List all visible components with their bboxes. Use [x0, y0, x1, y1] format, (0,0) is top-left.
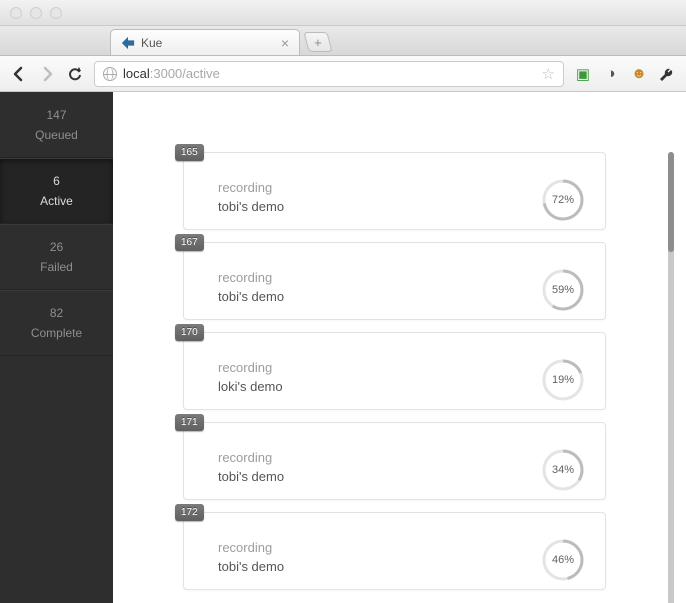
sidebar-label: Complete	[31, 326, 82, 340]
job-type: recording	[218, 360, 283, 375]
sidebar-count: 6	[53, 174, 60, 188]
new-tab-button[interactable]: +	[303, 32, 332, 52]
sidebar-item-failed[interactable]: 26 Failed	[0, 224, 113, 290]
job-card[interactable]: 167recordingtobi's demo59%	[183, 242, 606, 320]
job-type: recording	[218, 270, 284, 285]
tab-strip: Kue × +	[0, 26, 686, 56]
job-title: tobi's demo	[218, 199, 284, 214]
browser-window: Kue × + local:3000/active ☆ ▣ ◑ ☻ 14	[0, 0, 686, 603]
job-card[interactable]: 172recordingtobi's demo46%	[183, 512, 606, 590]
job-id-badge: 167	[175, 234, 204, 251]
close-tab-icon[interactable]: ×	[281, 36, 289, 50]
browser-tab[interactable]: Kue ×	[110, 29, 300, 55]
job-title: tobi's demo	[218, 559, 284, 574]
job-progress: 72%	[541, 178, 585, 222]
extension-icon[interactable]: ◑	[602, 65, 620, 83]
job-id-badge: 171	[175, 414, 204, 431]
tab-favicon	[121, 36, 135, 50]
job-title: tobi's demo	[218, 289, 284, 304]
sidebar-label: Failed	[40, 260, 73, 274]
sidebar-count: 82	[50, 306, 63, 320]
job-list: 165 recording tobi's demo 72% 167 recording to…	[113, 92, 686, 603]
job-progress: 46%	[541, 538, 585, 582]
job-type: recording	[218, 180, 284, 195]
job-progress-label: 72%	[541, 178, 585, 222]
job-progress-label: 19%	[541, 358, 585, 402]
job-progress-label: 59%	[541, 268, 585, 312]
job-meta: recording tobi's demo	[218, 270, 284, 304]
back-button[interactable]	[10, 65, 28, 83]
extension-icon[interactable]: ☻	[630, 65, 648, 83]
sidebar-label: Queued	[35, 128, 78, 142]
minimize-window-button[interactable]	[30, 7, 42, 19]
extension-icons: ▣ ◑ ☻	[574, 65, 676, 83]
traffic-lights	[10, 7, 62, 19]
sidebar-item-active[interactable]: 6 Active	[0, 158, 113, 224]
bookmark-star-icon[interactable]: ☆	[542, 65, 555, 83]
forward-button[interactable]	[38, 65, 56, 83]
job-progress: 34%	[541, 448, 585, 492]
job-progress: 19%	[541, 358, 585, 402]
close-window-button[interactable]	[10, 7, 22, 19]
job-meta: recording tobi's demo	[218, 540, 284, 574]
zoom-window-button[interactable]	[50, 7, 62, 19]
job-id-badge: 170	[175, 324, 204, 341]
sidebar-item-complete[interactable]: 82 Complete	[0, 290, 113, 356]
job-type: recording	[218, 450, 284, 465]
sidebar: 147 Queued 6 Active 26 Failed 82 Complete	[0, 92, 113, 603]
window-titlebar	[0, 0, 686, 26]
job-progress: 59%	[541, 268, 585, 312]
address-bar[interactable]: local:3000/active ☆	[94, 61, 564, 87]
job-id-badge: 165	[175, 144, 204, 161]
job-id-badge: 172	[175, 504, 204, 521]
wrench-icon[interactable]	[658, 65, 676, 83]
sidebar-count: 147	[46, 108, 66, 122]
job-meta: recording tobi's demo	[218, 180, 284, 214]
app-viewport: 147 Queued 6 Active 26 Failed 82 Complete 165 re…	[0, 92, 686, 603]
sidebar-label: Active	[40, 194, 73, 208]
job-card[interactable]: 165recordingtobi's demo72%	[183, 152, 606, 230]
sidebar-item-queued[interactable]: 147 Queued	[0, 92, 113, 158]
sidebar-count: 26	[50, 240, 63, 254]
extension-icon[interactable]: ▣	[574, 65, 592, 83]
site-info-icon[interactable]	[103, 67, 117, 81]
job-meta: recording loki's demo	[218, 360, 283, 394]
tab-title: Kue	[141, 36, 162, 50]
job-type: recording	[218, 540, 284, 555]
job-progress-label: 34%	[541, 448, 585, 492]
url-text: local:3000/active	[123, 66, 220, 81]
job-meta: recording tobi's demo	[218, 450, 284, 484]
browser-toolbar: local:3000/active ☆ ▣ ◑ ☻	[0, 56, 686, 92]
job-card[interactable]: 170recordingloki's demo19%	[183, 332, 606, 410]
job-card[interactable]: 171recordingtobi's demo34%	[183, 422, 606, 500]
scrollbar-thumb[interactable]	[668, 152, 674, 252]
job-progress-label: 46%	[541, 538, 585, 582]
reload-button[interactable]	[66, 65, 84, 83]
job-title: tobi's demo	[218, 469, 284, 484]
job-title: loki's demo	[218, 379, 283, 394]
